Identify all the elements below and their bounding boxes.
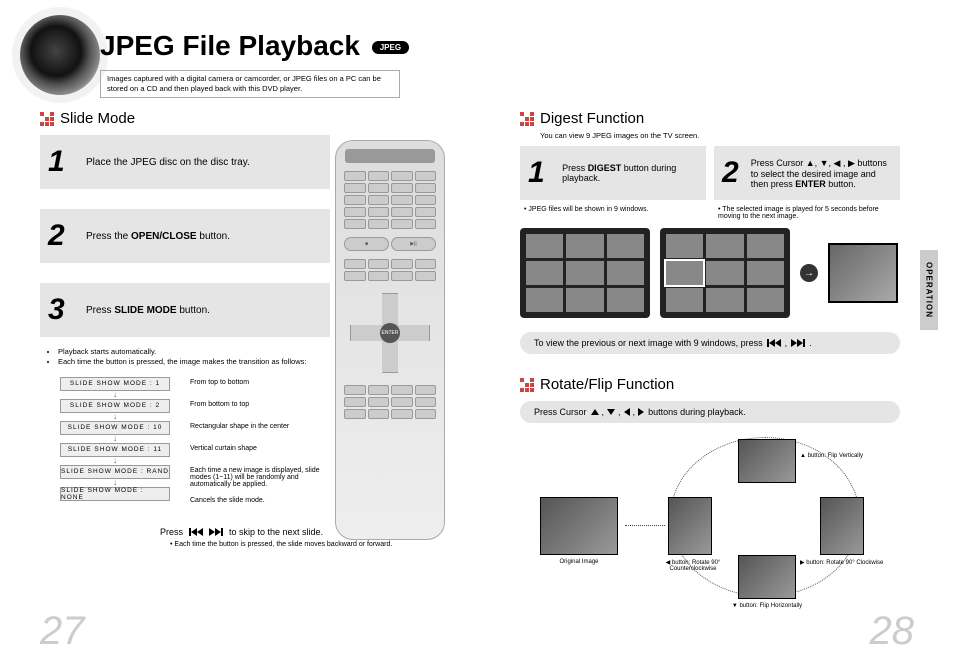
step-number: 1 — [528, 156, 550, 190]
remote-mid-grid — [336, 255, 444, 285]
title-text: JPEG File Playback — [100, 30, 360, 61]
slide-mode-list: SLIDE SHOW MODE : 1 ↓ SLIDE SHOW MODE : … — [60, 377, 170, 519]
section-bullet-icon — [520, 378, 534, 392]
enter-button: ENTER — [380, 323, 400, 343]
step-number: 1 — [48, 145, 74, 179]
section-bullet-icon — [520, 112, 534, 126]
rotate-title: Rotate/Flip Function — [540, 376, 674, 393]
tv-grid-selected — [660, 228, 790, 318]
manual-spread: JPEG File Playback JPEG Images captured … — [0, 0, 954, 666]
rotate-header: Rotate/Flip Function — [520, 376, 900, 393]
skip-fwd-icon — [791, 339, 805, 347]
down-arrow-icon: ↓ — [60, 479, 170, 487]
slide-mode-title: Slide Mode — [60, 110, 135, 127]
stop-icon: ■ — [344, 237, 389, 251]
remote-control-illustration: ■ ▶|| ENTER — [335, 140, 445, 540]
mode-box: SLIDE SHOW MODE : 2 — [60, 399, 170, 413]
rotate-flip-diagram: Original Image ▲ button: Flip Vertically… — [520, 437, 900, 617]
right-label: ▶ button: Rotate 90° Clockwise — [800, 559, 890, 566]
step-text: Press SLIDE MODE button. — [86, 305, 210, 316]
mode-desc: From top to bottom — [190, 379, 340, 401]
left-label: ◀ button: Rotate 90° Counterclockwise — [648, 559, 738, 572]
step-number: 3 — [48, 293, 74, 327]
rotate-cw-thumb — [820, 497, 864, 555]
mode-box: SLIDE SHOW MODE : 1 — [60, 377, 170, 391]
mode-desc: From bottom to top — [190, 401, 340, 423]
slide-step-3: 3 Press SLIDE MODE button. — [40, 283, 330, 337]
rotate-instruction-bar: Press Cursor , , , buttons during playba… — [520, 401, 900, 423]
round-post: . — [809, 338, 812, 348]
step-text: Press Cursor ▲, ▼, ◀ , ▶ buttons to sele… — [751, 158, 888, 189]
intro-box: Images captured with a digital camera or… — [100, 70, 400, 98]
mode-desc: Each time a new image is displayed, slid… — [190, 467, 340, 497]
original-label: Original Image — [534, 559, 624, 565]
remote-dpad: ENTER — [350, 293, 430, 373]
digest-note-2: • The selected image is played for 5 sec… — [714, 206, 900, 220]
digest-notes: • JPEG files will be shown in 9 windows.… — [520, 206, 900, 220]
digest-header: Digest Function — [520, 110, 900, 127]
mode-desc: Rectangular shape in the center — [190, 423, 340, 445]
rotate-ccw-thumb — [668, 497, 712, 555]
mode-descriptions: From top to bottom From bottom to top Re… — [190, 377, 340, 519]
page-title: JPEG File Playback JPEG — [100, 30, 409, 62]
digest-illustration: → — [520, 228, 900, 318]
step-number: 2 — [722, 156, 739, 190]
skip-back-icon — [189, 528, 203, 536]
digest-subtitle: You can view 9 JPEG images on the TV scr… — [540, 131, 900, 140]
digest-step-2: 2 Press Cursor ▲, ▼, ◀ , ▶ buttons to se… — [714, 146, 900, 200]
down-arrow-icon: ↓ — [60, 457, 170, 465]
arrow-right-icon: → — [800, 264, 818, 282]
digest-nav-instruction: To view the previous or next image with … — [520, 332, 900, 354]
up-label: ▲ button: Flip Vertically — [800, 453, 890, 459]
remote-display — [345, 149, 435, 163]
right-column: Digest Function You can view 9 JPEG imag… — [520, 110, 900, 617]
tv-grid-9 — [520, 228, 650, 318]
cursor-arrows-icon: , , , — [591, 407, 645, 417]
mode-desc: Cancels the slide mode. — [190, 497, 340, 519]
flip-vert-thumb — [738, 439, 796, 483]
original-thumb — [540, 497, 618, 555]
mode-box: SLIDE SHOW MODE : RAND — [60, 465, 170, 479]
down-arrow-icon: ↓ — [60, 413, 170, 421]
jpeg-badge: JPEG — [372, 41, 409, 54]
step-number: 2 — [48, 219, 74, 253]
round-pre: To view the previous or next image with … — [534, 338, 763, 348]
section-bullet-icon — [40, 112, 54, 126]
mode-box: SLIDE SHOW MODE : 11 — [60, 443, 170, 457]
remote-bottom-grid — [336, 381, 444, 423]
mode-box: SLIDE SHOW MODE : 10 — [60, 421, 170, 435]
step-text: Press the OPEN/CLOSE button. — [86, 231, 230, 242]
digest-step-1: 1 Press DIGEST button during playback. — [520, 146, 706, 200]
skip-note: • Each time the button is pressed, the s… — [170, 541, 460, 548]
digest-steps: 1 Press DIGEST button during playback. 2… — [520, 146, 900, 206]
slide-mode-header: Slide Mode — [40, 110, 460, 127]
digest-title: Digest Function — [540, 110, 644, 127]
mode-desc: Vertical curtain shape — [190, 445, 340, 467]
digest-note-1: • JPEG files will be shown in 9 windows. — [520, 206, 706, 220]
slide-step-2: 2 Press the OPEN/CLOSE button. — [40, 209, 330, 263]
side-tab-operation: OPERATION — [920, 250, 938, 330]
remote-transport: ■ ▶|| — [336, 233, 444, 255]
skip-back-icon — [767, 339, 781, 347]
flip-horiz-thumb — [738, 555, 796, 599]
page-number-left: 27 — [40, 609, 85, 654]
skip-fwd-icon — [209, 528, 223, 536]
speaker-graphic — [20, 15, 100, 95]
selected-thumbnail — [828, 243, 898, 303]
rotate-pre: Press Cursor — [534, 407, 587, 417]
down-arrow-icon: ↓ — [60, 435, 170, 443]
down-label: ▼ button: Flip Horizontally — [722, 603, 812, 609]
step-text: Press DIGEST button during playback. — [562, 163, 694, 183]
skip-pre: Press — [160, 527, 183, 537]
mode-box: SLIDE SHOW MODE : NONE — [60, 487, 170, 501]
dotted-connector — [625, 525, 665, 526]
down-arrow-icon: ↓ — [60, 391, 170, 399]
skip-post: to skip to the next slide. — [229, 527, 323, 537]
remote-top-grid — [336, 167, 444, 233]
slide-step-1: 1 Place the JPEG disc on the disc tray. — [40, 135, 330, 189]
rotate-post: buttons during playback. — [648, 407, 746, 417]
play-pause-icon: ▶|| — [391, 237, 436, 251]
step-text: Place the JPEG disc on the disc tray. — [86, 157, 250, 168]
